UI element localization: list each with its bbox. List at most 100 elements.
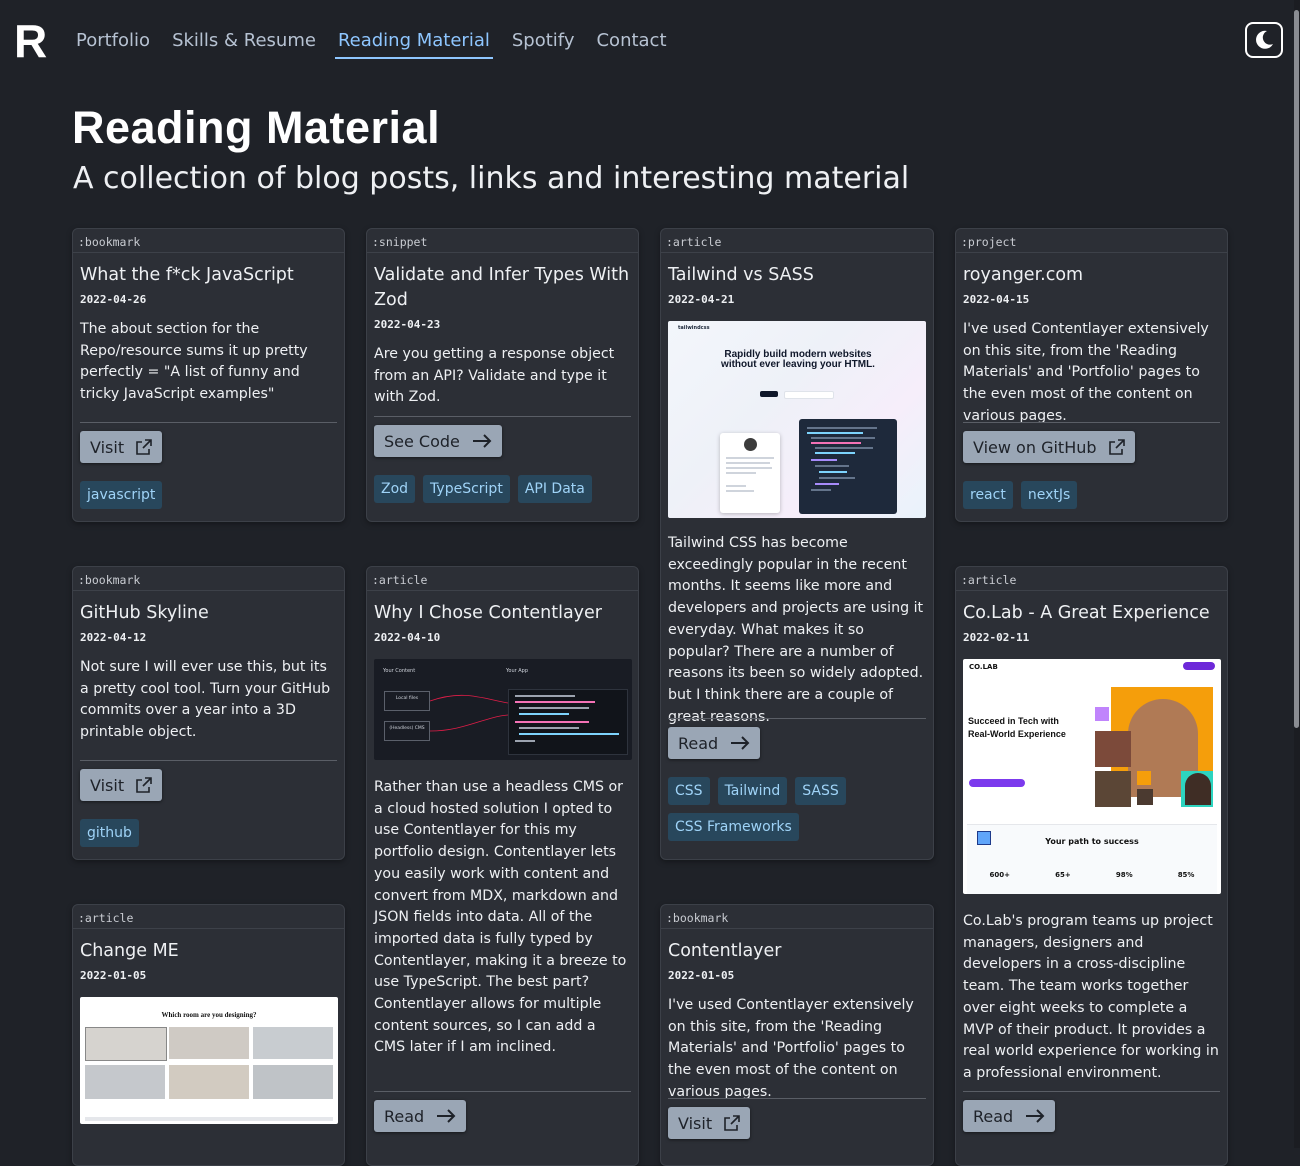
card-title[interactable]: Tailwind vs SASS (668, 263, 926, 288)
theme-toggle-button[interactable] (1245, 22, 1283, 58)
card-tailwind-vs-sass: :article Tailwind vs SASS 2022-04-21 tai… (660, 228, 934, 860)
card-description: Not sure I will ever use this, but its a… (80, 659, 331, 741)
card-contentlayer: :bookmark Contentlayer 2022-01-05 I've u… (660, 904, 934, 1166)
site-logo[interactable]: R (14, 18, 47, 64)
scrollbar-thumb[interactable] (1294, 10, 1299, 728)
card-date: 2022-04-12 (80, 631, 147, 644)
card-description: Tailwind CSS has become exceedingly popu… (668, 535, 924, 725)
button-label: Read (678, 733, 719, 753)
card-date: 2022-04-21 (668, 293, 735, 306)
button-label: Read (384, 1106, 425, 1126)
view-on-github-button[interactable]: View on GitHub (963, 431, 1135, 463)
tag[interactable]: react (963, 481, 1013, 509)
external-link-icon (724, 1115, 740, 1131)
divider (963, 422, 1220, 423)
card-type: :article (367, 567, 638, 591)
card-date: 2022-04-23 (374, 318, 441, 331)
page-subtitle: A collection of blog posts, links and in… (73, 161, 910, 196)
tag[interactable]: github (80, 819, 139, 847)
nav-link-contact[interactable]: Contact (596, 28, 666, 59)
visit-button[interactable]: Visit (80, 769, 163, 801)
card-why-contentlayer: :article Why I Chose Contentlayer 2022-0… (366, 566, 639, 1166)
card-description: Rather than use a headless CMS or a clou… (374, 779, 627, 1056)
tag-list: CSS Tailwind SASS CSS Frameworks (668, 777, 926, 841)
article-thumbnail[interactable]: Which room are you designing? (80, 997, 338, 1124)
card-date: 2022-04-26 (80, 293, 147, 306)
card-colab: :article Co.Lab - A Great Experience 202… (955, 566, 1228, 1166)
card-date: 2022-01-05 (668, 969, 735, 982)
thumbnail-headline: Which room are you designing? (161, 1011, 257, 1019)
card-title[interactable]: Why I Chose Contentlayer (374, 601, 631, 626)
card-description: The about section for the Repo/resource … (80, 321, 308, 403)
card-type: :article (661, 229, 933, 253)
tag[interactable]: TypeScript (423, 475, 510, 503)
nav-link-skills-resume[interactable]: Skills & Resume (172, 28, 316, 59)
main-nav: Portfolio Skills & Resume Reading Materi… (76, 28, 689, 59)
nav-link-portfolio[interactable]: Portfolio (76, 28, 150, 59)
button-label: Read (973, 1106, 1014, 1126)
card-type: :bookmark (73, 229, 344, 253)
card-title[interactable]: GitHub Skyline (80, 601, 337, 626)
tag[interactable]: Zod (374, 475, 416, 503)
thumbnail-stat: 85% (1177, 871, 1195, 879)
thumbnail-headline: Succeed in Tech with Real-World Experien… (968, 716, 1066, 739)
card-zod: :snippet Validate and Infer Types With Z… (366, 228, 639, 522)
divider (80, 760, 337, 761)
external-link-icon (136, 439, 152, 455)
thumbnail-stat: 600+ (989, 871, 1011, 879)
article-thumbnail[interactable]: tailwindcss Rapidly build modern website… (668, 321, 926, 518)
article-thumbnail[interactable]: CO.LAB Succeed in Tech with Real-World E… (963, 659, 1221, 894)
article-thumbnail[interactable]: Your Content Your App Local files (Headl… (374, 659, 632, 760)
tag[interactable]: CSS (668, 777, 710, 805)
card-description: Are you getting a response object from a… (374, 346, 615, 406)
card-type: :bookmark (661, 905, 933, 929)
tag[interactable]: nextJs (1020, 481, 1078, 509)
card-type: :article (73, 905, 344, 929)
tag-list: react nextJs (963, 481, 1220, 509)
card-title[interactable]: Co.Lab - A Great Experience (963, 601, 1220, 626)
page-scrollbar[interactable] (1294, 0, 1300, 1148)
tag[interactable]: Tailwind (717, 777, 788, 805)
read-button[interactable]: Read (963, 1100, 1056, 1132)
card-wtfjs: :bookmark What the f*ck JavaScript 2022-… (72, 228, 345, 522)
card-type: :bookmark (73, 567, 344, 591)
read-button[interactable]: Read (374, 1100, 467, 1132)
see-code-button[interactable]: See Code (374, 425, 502, 457)
tag[interactable]: javascript (80, 481, 163, 509)
tag-list: javascript (80, 481, 337, 509)
card-title[interactable]: Change ME (80, 939, 337, 964)
card-title[interactable]: What the f*ck JavaScript (80, 263, 337, 288)
arrow-right-icon (731, 736, 750, 750)
moon-icon (1256, 30, 1273, 49)
divider (374, 416, 631, 417)
card-description: I've used Contentlayer extensively on th… (963, 321, 1209, 424)
divider (668, 718, 926, 719)
divider (374, 1091, 631, 1092)
visit-button[interactable]: Visit (668, 1107, 751, 1139)
card-royanger: :project royanger.com 2022-04-15 I've us… (955, 228, 1228, 522)
tag[interactable]: SASS (795, 777, 846, 805)
divider (668, 1098, 926, 1099)
button-label: Visit (90, 437, 125, 457)
card-type: :snippet (367, 229, 638, 253)
arrow-right-icon (1026, 1109, 1045, 1123)
nav-link-reading-material[interactable]: Reading Material (334, 28, 493, 59)
read-button[interactable]: Read (668, 727, 761, 759)
external-link-icon (1108, 439, 1125, 455)
card-date: 2022-04-15 (963, 293, 1030, 306)
card-type: :article (956, 567, 1227, 591)
page-title: Reading Material (72, 102, 441, 153)
card-description: Co.Lab's program teams up project manage… (963, 913, 1219, 1081)
card-title[interactable]: royanger.com (963, 263, 1220, 288)
arrow-right-icon (472, 434, 492, 448)
card-title[interactable]: Validate and Infer Types With Zod (374, 263, 631, 313)
card-title[interactable]: Contentlayer (668, 939, 926, 964)
tag[interactable]: API Data (517, 475, 592, 503)
nav-link-spotify[interactable]: Spotify (512, 28, 575, 59)
card-change-me: :article Change ME 2022-01-05 Which room… (72, 904, 345, 1166)
thumbnail-brand: tailwindcss (678, 325, 710, 331)
button-label: View on GitHub (973, 437, 1097, 457)
tag[interactable]: CSS Frameworks (668, 813, 799, 841)
card-date: 2022-04-10 (374, 631, 441, 644)
visit-button[interactable]: Visit (80, 431, 163, 463)
